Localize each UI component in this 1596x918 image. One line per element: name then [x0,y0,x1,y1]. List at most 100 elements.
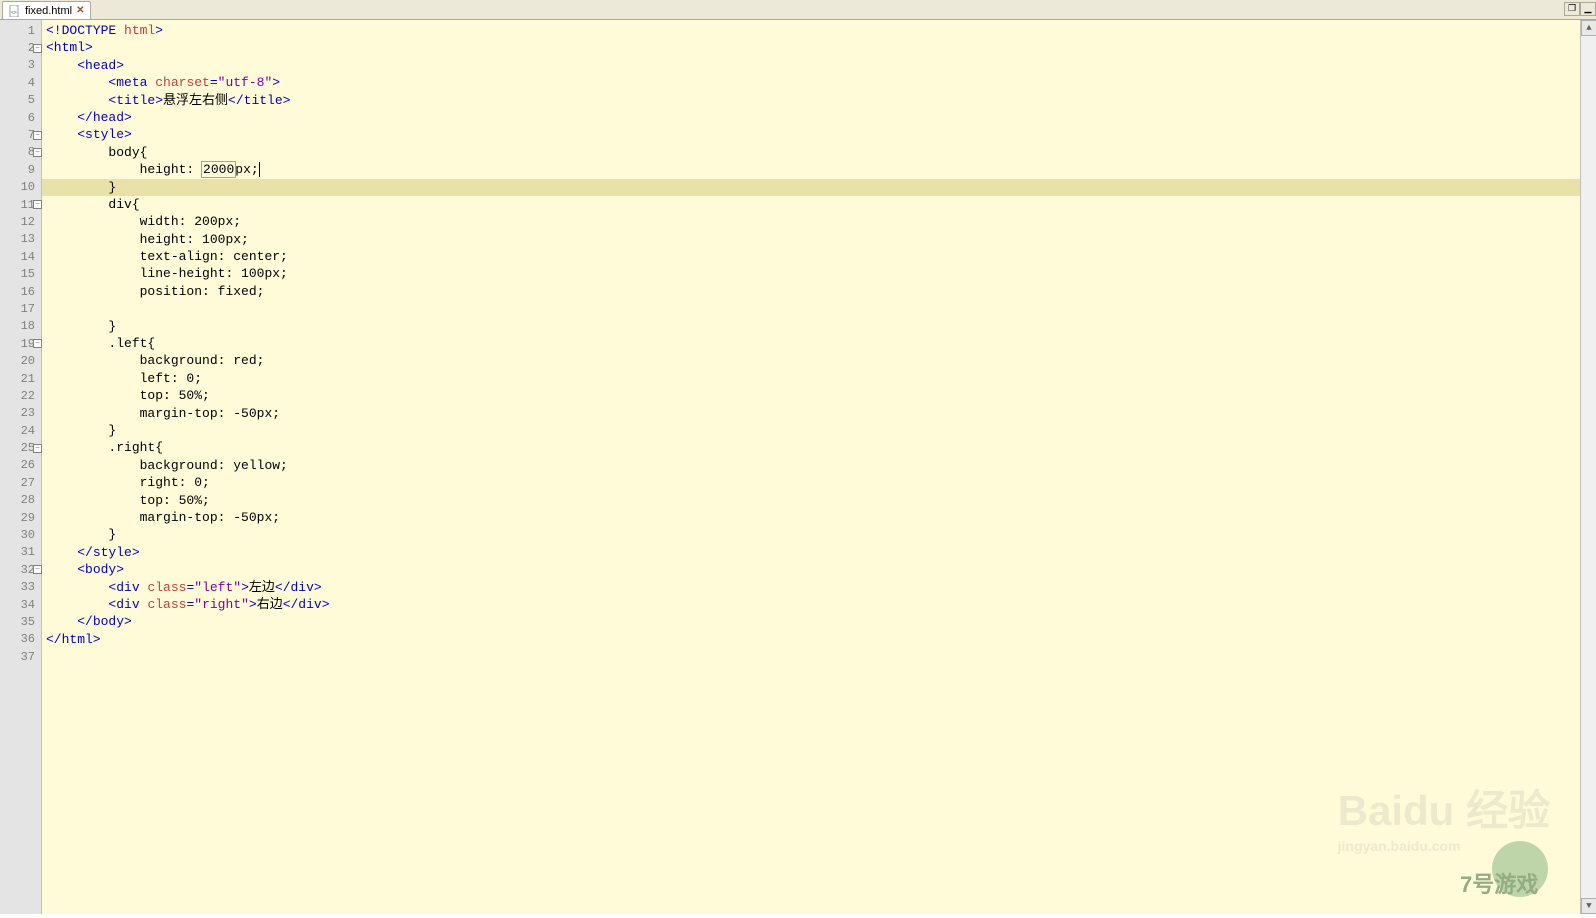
close-icon[interactable]: ✕ [76,5,84,16]
line-number: 37 [21,650,35,664]
code-line[interactable]: background: red; [42,352,1580,369]
svg-text:7号游戏: 7号游戏 [1460,872,1538,897]
editor-tab[interactable]: <> fixed.html ✕ [2,1,91,19]
code-line[interactable]: } [42,422,1580,439]
gutter-row: 13 [0,231,41,248]
code-line[interactable]: <!DOCTYPE html> [42,22,1580,39]
code-line[interactable]: height: 100px; [42,231,1580,248]
fold-marker-icon[interactable]: − [33,131,42,140]
line-number: 23 [21,406,35,420]
code-line[interactable]: .right{ [42,439,1580,456]
code-line[interactable]: </html> [42,631,1580,648]
gutter-row: 32− [0,561,41,578]
line-number: 9 [28,163,35,177]
code-line[interactable]: .left{ [42,335,1580,352]
code-line[interactable]: margin-top: -50px; [42,405,1580,422]
code-line[interactable]: width: 200px; [42,213,1580,230]
line-number: 4 [28,76,35,90]
code-line[interactable]: <div class="left">左边</div> [42,579,1580,596]
line-number: 12 [21,215,35,229]
code-line[interactable]: right: 0; [42,474,1580,491]
game-watermark: 7号游戏 [1430,834,1580,914]
gutter-row: 12 [0,213,41,230]
code-line[interactable]: } [42,179,1580,196]
html-file-icon: <> [9,5,21,17]
line-number: 29 [21,511,35,525]
gutter-row: 10 [0,179,41,196]
code-line[interactable]: } [42,318,1580,335]
line-number: 22 [21,389,35,403]
line-number: 3 [28,58,35,72]
code-line[interactable]: <meta charset="utf-8"> [42,74,1580,91]
line-number: 13 [21,232,35,246]
code-line[interactable]: <div class="right">右边</div> [42,596,1580,613]
tab-filename: fixed.html [25,5,72,17]
restore-button[interactable]: ❐ [1564,2,1580,16]
code-line[interactable]: top: 50%; [42,387,1580,404]
code-line[interactable]: background: yellow; [42,457,1580,474]
gutter-row: 28 [0,492,41,509]
fold-marker-icon[interactable]: − [33,44,42,53]
fold-marker-icon[interactable]: − [33,565,42,574]
gutter-row: 23 [0,405,41,422]
code-line[interactable]: top: 50%; [42,492,1580,509]
code-line[interactable]: height: 2000px; [42,161,1580,178]
code-line[interactable] [42,648,1580,665]
line-number: 28 [21,493,35,507]
scroll-down-button[interactable]: ▼ [1581,898,1596,914]
code-line[interactable]: margin-top: -50px; [42,509,1580,526]
gutter-row: 17 [0,300,41,317]
code-line[interactable]: <body> [42,561,1580,578]
minimize-button[interactable]: ▁ [1580,2,1596,16]
gutter-row: 11− [0,196,41,213]
svg-text:<>: <> [11,10,17,16]
baidu-watermark: Baidu 经验 jingyan.baidu.com [1338,777,1550,854]
window-controls: ❐ ▁ [1564,2,1596,16]
tab-bar: <> fixed.html ✕ ❐ ▁ [0,0,1596,20]
fold-marker-icon[interactable]: − [33,339,42,348]
code-line[interactable]: </head> [42,109,1580,126]
gutter-row: 22 [0,387,41,404]
line-number: 35 [21,615,35,629]
code-line[interactable]: <style> [42,126,1580,143]
code-line[interactable]: </style> [42,544,1580,561]
code-line[interactable]: line-height: 100px; [42,265,1580,282]
editor-container: 12−34567−8−91011−1213141516171819−202122… [0,20,1596,914]
line-number: 1 [28,24,35,38]
fold-marker-icon[interactable]: − [33,444,42,453]
gutter-row: 5 [0,92,41,109]
gutter-row: 35 [0,613,41,630]
code-line[interactable]: position: fixed; [42,283,1580,300]
code-line[interactable]: body{ [42,144,1580,161]
code-area[interactable]: Baidu 经验 jingyan.baidu.com 7号游戏 <!DOCTYP… [42,20,1580,914]
line-number: 27 [21,476,35,490]
code-line[interactable]: text-align: center; [42,248,1580,265]
vertical-scrollbar[interactable]: ▲ ▼ [1580,20,1596,914]
code-line[interactable]: left: 0; [42,370,1580,387]
gutter-row: 8− [0,144,41,161]
gutter-row: 7− [0,126,41,143]
gutter-row: 21 [0,370,41,387]
code-line[interactable]: <title>悬浮左右侧</title> [42,92,1580,109]
line-number: 15 [21,267,35,281]
gutter-row: 27 [0,474,41,491]
code-line[interactable]: </body> [42,613,1580,630]
fold-marker-icon[interactable]: − [33,200,42,209]
line-number-gutter: 12−34567−8−91011−1213141516171819−202122… [0,20,42,914]
scroll-up-button[interactable]: ▲ [1581,20,1596,36]
line-number: 16 [21,285,35,299]
fold-marker-icon[interactable]: − [33,148,42,157]
gutter-row: 29 [0,509,41,526]
gutter-row: 3 [0,57,41,74]
code-line[interactable]: <html> [42,39,1580,56]
code-line[interactable]: } [42,526,1580,543]
code-line[interactable] [42,300,1580,317]
gutter-row: 30 [0,526,41,543]
line-number: 24 [21,424,35,438]
code-line[interactable]: div{ [42,196,1580,213]
line-number: 10 [21,180,35,194]
line-number: 31 [21,545,35,559]
code-line[interactable]: <head> [42,57,1580,74]
line-number: 26 [21,458,35,472]
line-number: 6 [28,111,35,125]
